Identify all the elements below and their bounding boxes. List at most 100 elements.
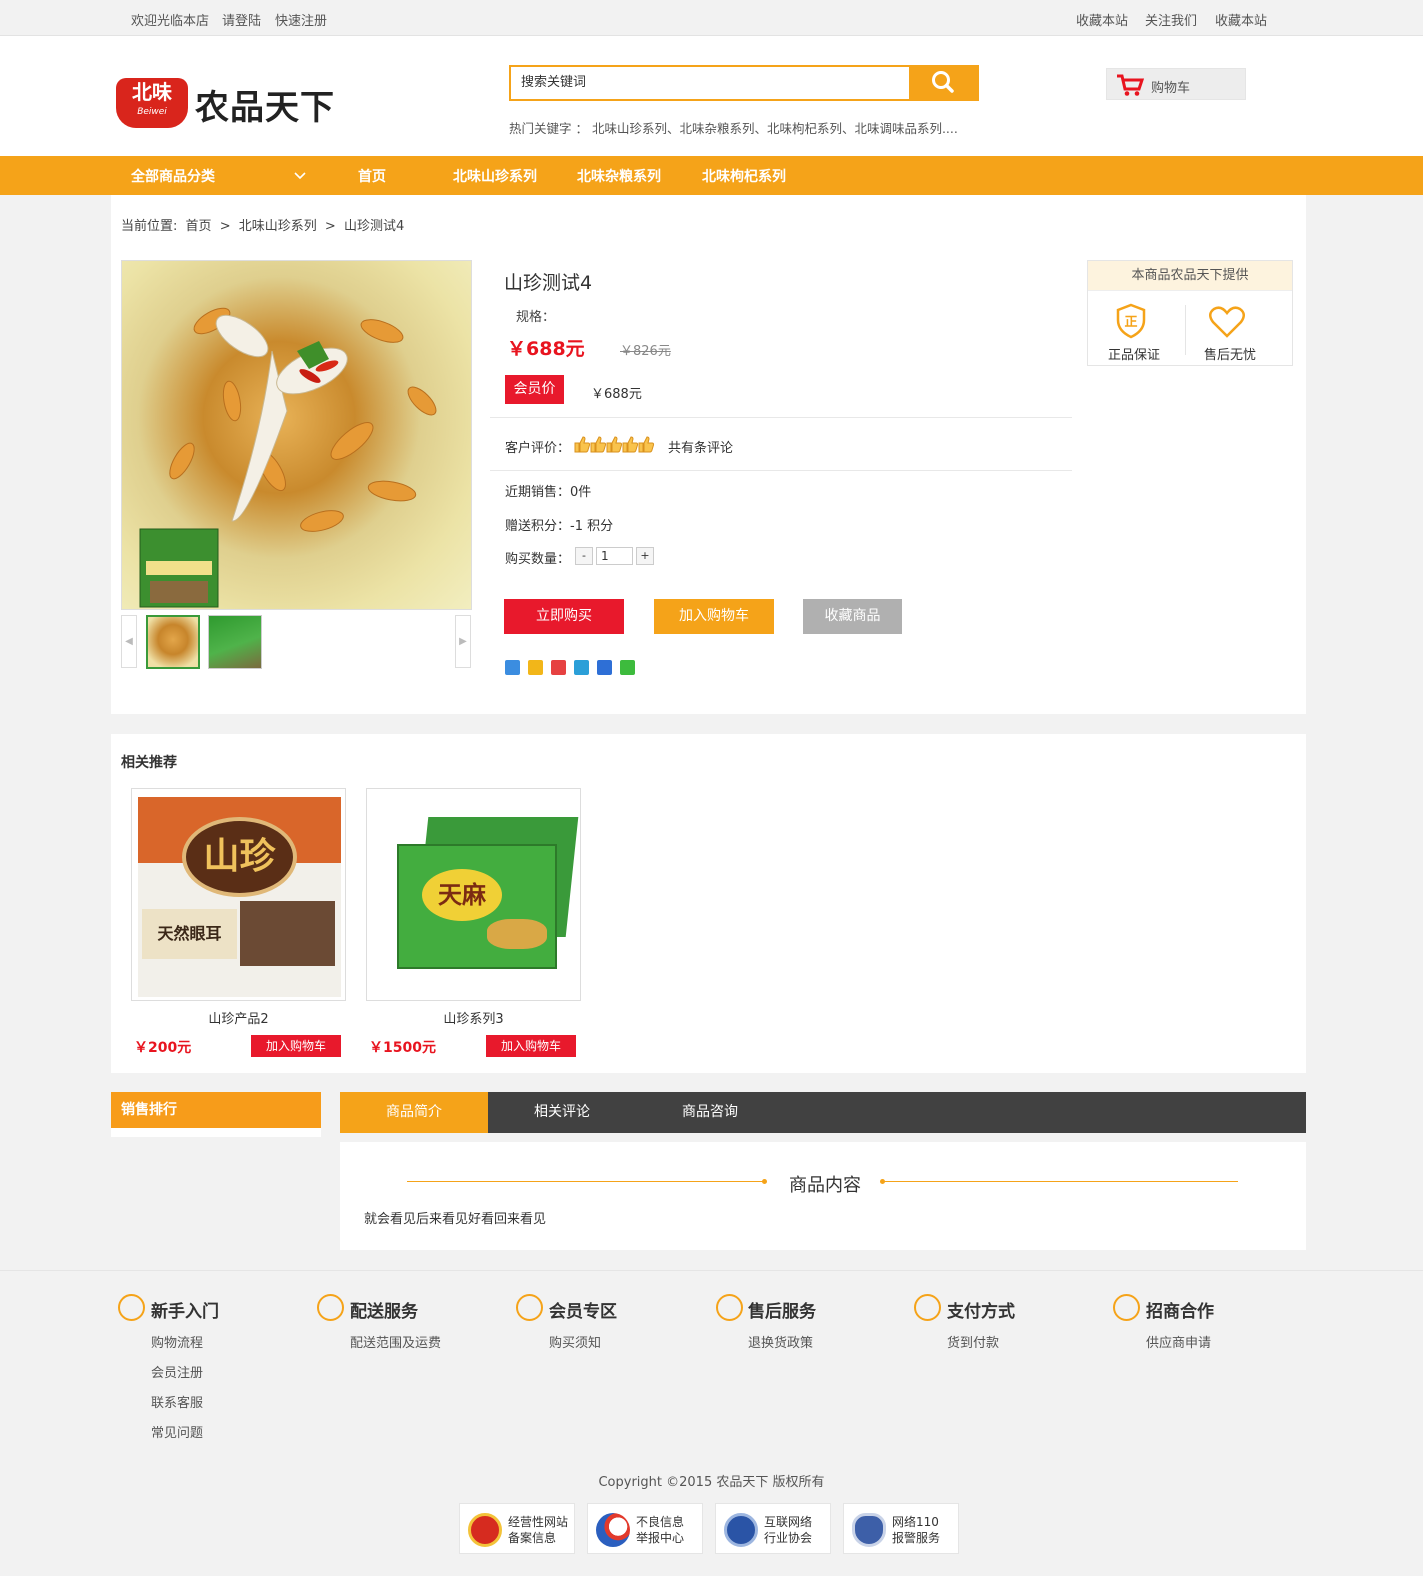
footer-col-title: 支付方式 — [947, 1302, 1015, 1322]
product-photo — [139, 307, 437, 608]
review-label: 客户评价： — [505, 441, 571, 456]
divider — [407, 1181, 765, 1182]
related-product-image[interactable]: 天麻 — [366, 788, 581, 1001]
footer-link[interactable]: 购买须知 — [549, 1332, 601, 1351]
search-input[interactable]: 搜索关键词 — [509, 65, 909, 101]
footer-link[interactable]: 会员注册 — [151, 1362, 203, 1381]
provider-heading: 本商品农品天下提供 — [1088, 261, 1292, 291]
footer-link[interactable]: 退换货政策 — [748, 1332, 813, 1351]
divider — [490, 417, 1072, 418]
nav-item-goji[interactable]: 北味枸杞系列 — [702, 166, 786, 186]
thumbs-up-icon — [590, 436, 607, 453]
welcome-text: 欢迎光临本店 — [131, 14, 210, 29]
thumbnail-1[interactable] — [146, 615, 200, 669]
footer-link[interactable]: 购物流程 — [151, 1332, 203, 1351]
share-weibo-icon[interactable] — [551, 660, 566, 675]
login-link[interactable]: 请登陆 — [222, 10, 261, 29]
tab-reviews[interactable]: 相关评论 — [488, 1092, 636, 1133]
member-price-value: ￥688元 — [591, 387, 642, 402]
recent-sales: 近期销售：0件 — [505, 485, 592, 500]
product-price: ￥688元 — [507, 338, 585, 360]
cert-line1: 网络110 — [892, 1515, 939, 1529]
footer-link[interactable]: 供应商申请 — [1146, 1332, 1211, 1351]
breadcrumb-home[interactable]: 首页 — [186, 219, 212, 234]
chevron-down-icon — [294, 172, 306, 180]
cert-badge[interactable]: 互联网络 行业协会 — [715, 1503, 831, 1554]
tab-consult[interactable]: 商品咨询 — [636, 1092, 784, 1133]
bookmark-link-2[interactable]: 收藏本站 — [1215, 10, 1267, 29]
footer-col-title: 售后服务 — [748, 1302, 816, 1322]
main-nav: 全部商品分类 首页 北味山珍系列 北味杂粮系列 北味枸杞系列 — [0, 156, 1423, 195]
thumbnail-2[interactable] — [208, 615, 262, 669]
footer-link[interactable]: 联系客服 — [151, 1392, 203, 1411]
logo-badge[interactable]: 北味 Beiwei — [116, 78, 188, 128]
footer-link[interactable]: 配送范围及运费 — [350, 1332, 441, 1351]
nav-item-home[interactable]: 首页 — [358, 166, 386, 186]
logo-brand[interactable]: 农品天下 — [195, 80, 335, 129]
cert-badge[interactable]: 不良信息 举报中心 — [587, 1503, 703, 1554]
hot-keywords[interactable]: 热门关键字 ： 北味山珍系列、北味杂粮系列、北味枸杞系列、北味调味品系列.... — [509, 118, 958, 137]
member-price-badge: 会员价 — [505, 375, 564, 404]
handshake-icon — [1113, 1294, 1140, 1321]
cert-line2: 报警服务 — [892, 1531, 941, 1545]
sales-rank-heading: 销售排行 — [111, 1092, 321, 1128]
copyright: Copyright ©2015 农品天下 版权所有 — [598, 1475, 825, 1490]
related-product-image[interactable]: 山珍 天然眼耳 — [131, 788, 346, 1001]
related-product-name[interactable]: 山珍产品2 — [131, 1008, 346, 1027]
cert-line2: 举报中心 — [636, 1531, 685, 1545]
quantity-input[interactable]: 1 — [596, 547, 633, 565]
cert-line1: 经营性网站 — [508, 1515, 569, 1529]
share-more-icon[interactable] — [505, 660, 520, 675]
register-link[interactable]: 快速注册 — [275, 10, 327, 29]
heart-icon — [1209, 306, 1245, 338]
thumbs-up-icon — [606, 436, 623, 453]
related-product-price: ￥1500元 — [369, 1040, 436, 1056]
nav-item-grains[interactable]: 北味杂粮系列 — [577, 166, 661, 186]
related-add-cart-button[interactable]: 加入购物车 — [486, 1035, 576, 1057]
logo-badge-en: Beiwei — [137, 107, 167, 117]
quantity-increase-button[interactable]: + — [636, 547, 654, 565]
divider-dot — [762, 1179, 767, 1184]
nav-all-categories[interactable]: 全部商品分类 — [131, 166, 215, 186]
cart-label: 购物车 — [1151, 81, 1191, 96]
share-renren-icon[interactable] — [597, 660, 612, 675]
follow-link[interactable]: 关注我们 — [1145, 10, 1197, 29]
quantity-decrease-button[interactable]: - — [575, 547, 593, 565]
box-label-text: 天然眼耳 — [142, 909, 237, 959]
cert-badge[interactable]: 经营性网站 备案信息 — [459, 1503, 575, 1554]
association-icon — [724, 1513, 758, 1547]
product-title: 山珍测试4 — [504, 272, 593, 294]
cert-line1: 不良信息 — [636, 1515, 685, 1529]
related-add-cart-button[interactable]: 加入购物车 — [251, 1035, 341, 1057]
thumb-prev-button[interactable]: ◀ — [121, 615, 137, 668]
product-main-image[interactable] — [121, 260, 472, 610]
rating-thumbs — [574, 435, 656, 457]
divider — [490, 470, 1072, 471]
breadcrumb-category[interactable]: 北味山珍系列 — [239, 219, 317, 234]
footer-link[interactable]: 货到付款 — [947, 1332, 999, 1351]
thumb-next-button[interactable]: ▶ — [455, 615, 471, 668]
share-qzone-icon[interactable] — [528, 660, 543, 675]
nav-item-mountain[interactable]: 北味山珍系列 — [453, 166, 537, 186]
provider-box: 本商品农品天下提供 正 正品保证 售后无忧 — [1087, 260, 1293, 366]
add-to-cart-button[interactable]: 加入购物车 — [654, 599, 774, 634]
search-icon — [932, 71, 954, 93]
bonus-points: 赠送积分：-1 积分 — [505, 519, 614, 534]
breadcrumb-prefix: 当前位置: — [121, 219, 178, 234]
tab-intro[interactable]: 商品简介 — [340, 1092, 488, 1133]
favorite-button[interactable]: 收藏商品 — [803, 599, 902, 634]
share-wechat-icon[interactable] — [620, 660, 635, 675]
footer-link[interactable]: 常见问题 — [151, 1422, 203, 1441]
cart-button[interactable]: 购物车 — [1106, 68, 1246, 100]
cert-badge[interactable]: 网络110 报警服务 — [843, 1503, 959, 1554]
svg-text:正: 正 — [1124, 315, 1137, 330]
related-product-name[interactable]: 山珍系列3 — [366, 1008, 581, 1027]
search-button[interactable] — [909, 65, 979, 101]
footer-col-title: 配送服务 — [350, 1302, 418, 1322]
breadcrumb-sep: > — [324, 219, 336, 234]
buy-now-button[interactable]: 立即购买 — [504, 599, 624, 634]
share-tencent-icon[interactable] — [574, 660, 589, 675]
bookmark-link[interactable]: 收藏本站 — [1076, 10, 1128, 29]
review-count[interactable]: 共有条评论 — [668, 437, 733, 456]
sales-rank-list — [111, 1128, 321, 1137]
